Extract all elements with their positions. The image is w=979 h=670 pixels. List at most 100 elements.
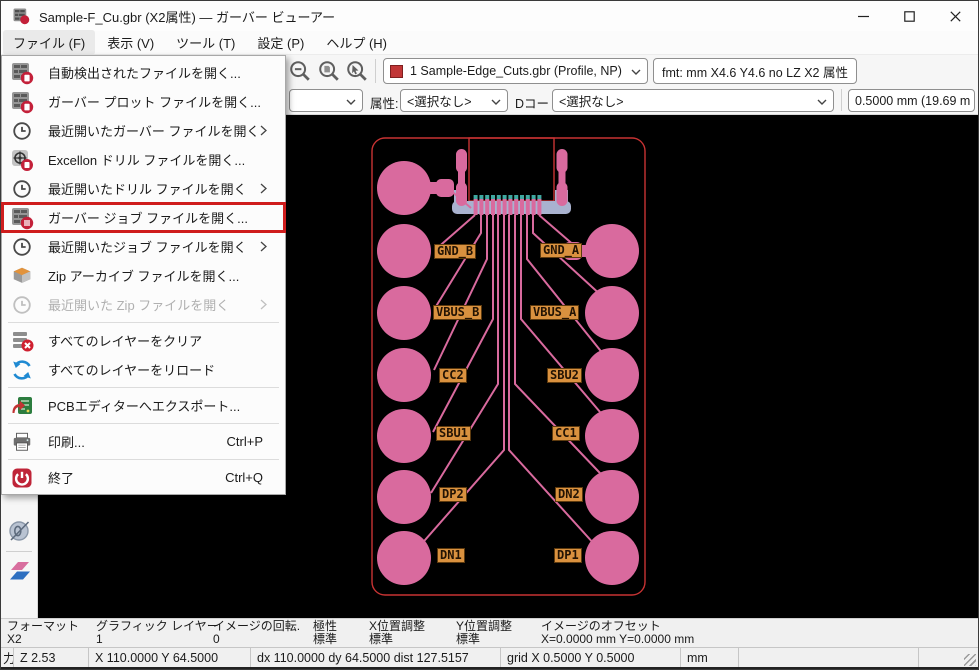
net-label: DP2 bbox=[439, 487, 467, 502]
reload-layers-icon bbox=[10, 358, 34, 382]
status-grid: grid X 0.5000 Y 0.5000 bbox=[501, 648, 681, 667]
component-dropdown[interactable] bbox=[289, 89, 363, 112]
connector-cutout-outline bbox=[468, 137, 555, 202]
menu-item-quit[interactable]: 終了 Ctrl+Q bbox=[2, 463, 285, 492]
clock-icon bbox=[10, 177, 34, 201]
chevron-down-icon bbox=[485, 94, 501, 108]
clock-icon bbox=[10, 235, 34, 259]
chevron-down-icon bbox=[970, 94, 974, 108]
clock-icon bbox=[10, 293, 34, 317]
menu-tools[interactable]: ツール (T) bbox=[166, 30, 245, 55]
menu-item-open-gerber-plot[interactable]: ガーバー プロット ファイルを開く... bbox=[2, 87, 285, 116]
net-label: DN1 bbox=[437, 548, 465, 563]
layer-select-dropdown[interactable]: 1 Sample-Edge_Cuts.gbr (Profile, NP) bbox=[383, 58, 648, 84]
minimize-button[interactable] bbox=[840, 1, 886, 31]
zip-archive-icon bbox=[10, 264, 34, 288]
layer-info-bar: フォーマット X2 グラフィック レイヤー 1 イメージの回転. 0 極性 標準 X位置… bbox=[1, 618, 978, 647]
menu-separator bbox=[8, 459, 279, 460]
info-y-justify: Y位置調整 標準 bbox=[456, 619, 513, 646]
layer-color-swatch bbox=[390, 64, 403, 78]
submenu-chevron-icon bbox=[260, 241, 277, 252]
zoom-selection-icon[interactable] bbox=[343, 58, 370, 84]
menu-item-open-excellon[interactable]: Excellon ドリル ファイルを開く... bbox=[2, 145, 285, 174]
submenu-chevron-icon bbox=[260, 125, 277, 136]
toolbar-separator bbox=[375, 59, 376, 83]
menu-item-reload-layers[interactable]: すべてのレイヤーをリロード bbox=[2, 355, 285, 384]
net-label: GND_A bbox=[540, 243, 583, 258]
grid-size-value: 0.5000 mm (19.69 m bbox=[855, 93, 971, 108]
window-title: Sample-F_Cu.gbr (X2属性) — ガーバー ビューアー bbox=[39, 9, 336, 25]
net-label: SBU1 bbox=[436, 426, 471, 441]
gerber-files-icon bbox=[10, 90, 34, 114]
attribute-label: 属性: bbox=[370, 97, 399, 111]
resize-grip[interactable] bbox=[964, 654, 976, 666]
gerber-viewer-window: Sample-F_Cu.gbr (X2属性) — ガーバー ビューアー ファイル… bbox=[0, 0, 979, 670]
dcode-value: <選択なし> bbox=[559, 95, 624, 109]
status-bar: 力 Z 2.53 X 110.0000 Y 64.5000 dx 110.000… bbox=[1, 647, 978, 669]
zoom-out-icon[interactable] bbox=[286, 58, 313, 84]
dcode-dropdown[interactable]: <選択なし> bbox=[552, 89, 834, 112]
gerber-files-icon bbox=[10, 61, 34, 85]
net-label: SBU2 bbox=[547, 368, 582, 383]
toolbar-separator bbox=[841, 89, 842, 111]
chevron-down-icon bbox=[625, 64, 641, 78]
status-relative-position: dx 110.0000 dy 64.5000 dist 127.5157 bbox=[251, 648, 501, 667]
menu-preferences[interactable]: 設定 (P) bbox=[247, 30, 314, 55]
menu-item-recent-gerber[interactable]: 最近開いたガーバー ファイルを開く bbox=[2, 116, 285, 145]
menu-bar: ファイル (F) 表示 (V) ツール (T) 設定 (P) ヘルプ (H) bbox=[1, 30, 978, 55]
menu-shortcut: Ctrl+P bbox=[226, 434, 263, 449]
clock-icon bbox=[10, 119, 34, 143]
drill-file-icon bbox=[10, 148, 34, 172]
net-label: CC1 bbox=[552, 426, 580, 441]
connector-footprint bbox=[452, 149, 571, 215]
menu-view[interactable]: 表示 (V) bbox=[97, 30, 164, 55]
app-icon bbox=[12, 7, 30, 25]
format-info-label: fmt: mm X4.6 Y4.6 no LZ X2 属性 bbox=[653, 58, 857, 84]
info-image-offset: イメージのオフセット X=0.0000 mm Y=0.0000 mm bbox=[541, 619, 695, 646]
menu-item-open-gerber-job[interactable]: ガーバー ジョブ ファイルを開く... bbox=[1, 202, 286, 233]
submenu-chevron-icon bbox=[260, 299, 277, 310]
info-x-justify: X位置調整 標準 bbox=[369, 619, 426, 646]
menu-item-print[interactable]: 印刷... Ctrl+P bbox=[2, 427, 285, 456]
exit-icon bbox=[10, 466, 34, 490]
menu-shortcut: Ctrl+Q bbox=[225, 470, 263, 485]
net-label: VBUS_A bbox=[530, 305, 580, 320]
status-units: mm bbox=[681, 648, 739, 667]
menu-separator bbox=[8, 423, 279, 424]
grid-size-dropdown[interactable]: 0.5000 mm (19.69 m bbox=[848, 89, 975, 112]
flashed-items-mode-icon[interactable] bbox=[5, 557, 34, 585]
status-empty bbox=[739, 648, 919, 667]
print-icon bbox=[10, 430, 34, 454]
maximize-button[interactable] bbox=[886, 1, 932, 31]
menu-separator bbox=[8, 387, 279, 388]
menu-item-open-zip[interactable]: Zip アーカイブ ファイルを開く... bbox=[2, 261, 285, 290]
menu-item-recent-zip: 最近開いた Zip ファイルを開く bbox=[2, 290, 285, 319]
menu-file[interactable]: ファイル (F) bbox=[3, 30, 96, 55]
info-graphic-layer: グラフィック レイヤー 1 bbox=[96, 619, 219, 646]
menu-item-open-autodetected[interactable]: 自動検出されたファイルを開く... bbox=[2, 58, 285, 87]
submenu-chevron-icon bbox=[260, 183, 277, 194]
status-hint: 力 bbox=[1, 648, 14, 667]
menu-item-recent-job[interactable]: 最近開いたジョブ ファイルを開く bbox=[2, 232, 285, 261]
file-menu-popup: 自動検出されたファイルを開く... ガーバー プロット ファイルを開く... 最… bbox=[1, 55, 286, 495]
close-button[interactable] bbox=[932, 1, 978, 31]
attribute-dropdown[interactable]: <選択なし> bbox=[400, 89, 508, 112]
info-format: フォーマット X2 bbox=[7, 619, 80, 646]
menu-item-recent-drill[interactable]: 最近開いたドリル ファイルを開く bbox=[2, 174, 285, 203]
menu-separator bbox=[8, 322, 279, 323]
net-label: CC2 bbox=[439, 368, 467, 383]
toolbar-separator bbox=[6, 551, 32, 552]
net-label: DP1 bbox=[554, 548, 582, 563]
info-image-rotation: イメージの回転. 0 bbox=[213, 619, 301, 646]
net-label: DN2 bbox=[555, 487, 583, 502]
status-zoom: Z 2.53 bbox=[14, 648, 89, 667]
info-polarity: 極性 標準 bbox=[313, 619, 338, 646]
dcode-visibility-icon[interactable] bbox=[5, 517, 34, 545]
net-label: GND_B bbox=[434, 244, 477, 259]
layer-select-value: 1 Sample-Edge_Cuts.gbr (Profile, NP) bbox=[410, 64, 622, 78]
zoom-fit-icon[interactable] bbox=[315, 58, 342, 84]
menu-item-export-pcb[interactable]: PCBエディターへエクスポート... bbox=[2, 391, 285, 420]
attribute-value: <選択なし> bbox=[407, 95, 472, 109]
menu-item-clear-layers[interactable]: すべてのレイヤーをクリア bbox=[2, 326, 285, 355]
menu-help[interactable]: ヘルプ (H) bbox=[316, 30, 397, 55]
